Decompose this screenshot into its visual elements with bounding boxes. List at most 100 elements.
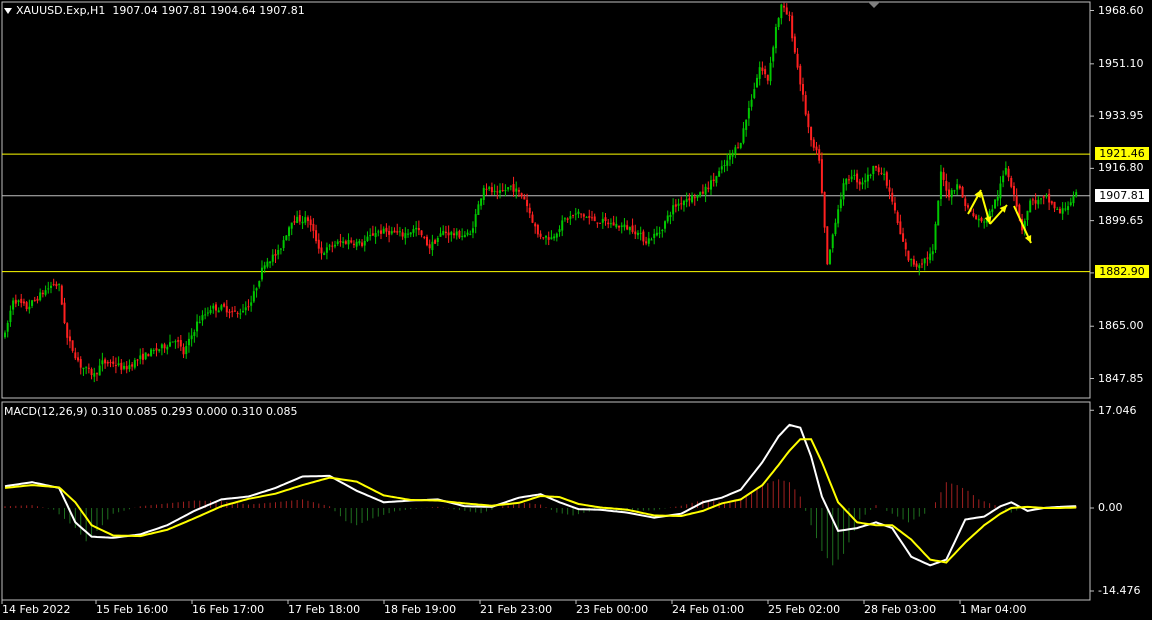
candle-body[interactable] <box>123 365 126 369</box>
candle-body[interactable] <box>872 165 875 175</box>
candle-body[interactable] <box>106 361 109 364</box>
candle-body[interactable] <box>128 365 131 370</box>
candle-body[interactable] <box>407 233 410 235</box>
candle-body[interactable] <box>772 47 775 62</box>
candle-body[interactable] <box>929 253 932 261</box>
candle-body[interactable] <box>980 217 983 222</box>
candle-body[interactable] <box>883 173 886 176</box>
candle-body[interactable] <box>885 172 888 186</box>
candle-body[interactable] <box>1048 193 1051 203</box>
candle-body[interactable] <box>1040 198 1043 200</box>
candle-body[interactable] <box>444 231 447 234</box>
candle-body[interactable] <box>999 183 1002 199</box>
candle-body[interactable] <box>534 223 537 227</box>
candle-body[interactable] <box>447 232 450 236</box>
candle-body[interactable] <box>691 195 694 203</box>
candle-body[interactable] <box>466 232 469 235</box>
candle-body[interactable] <box>90 369 93 376</box>
candle-body[interactable] <box>642 231 645 242</box>
candle-body[interactable] <box>304 217 307 223</box>
candle-body[interactable] <box>290 222 293 229</box>
candle-body[interactable] <box>350 240 353 243</box>
candle-body[interactable] <box>685 199 688 202</box>
candle-body[interactable] <box>1069 202 1072 206</box>
candle-body[interactable] <box>975 215 978 220</box>
candle-body[interactable] <box>893 202 896 211</box>
candle-body[interactable] <box>190 335 193 340</box>
candle-body[interactable] <box>9 310 12 323</box>
candle-body[interactable] <box>815 146 818 151</box>
candle-body[interactable] <box>352 243 355 246</box>
candle-body[interactable] <box>293 221 296 223</box>
candle-body[interactable] <box>20 298 23 304</box>
candle-body[interactable] <box>807 113 810 128</box>
candle-body[interactable] <box>152 350 155 352</box>
candle-body[interactable] <box>325 247 328 253</box>
candle-body[interactable] <box>745 119 748 130</box>
candle-body[interactable] <box>41 292 44 295</box>
candle-body[interactable] <box>688 198 691 201</box>
candle-body[interactable] <box>623 224 626 228</box>
candle-body[interactable] <box>382 228 385 234</box>
candle-body[interactable] <box>953 190 956 192</box>
candle-body[interactable] <box>528 207 531 214</box>
candle-body[interactable] <box>588 215 591 218</box>
candle-body[interactable] <box>880 172 883 174</box>
candle-body[interactable] <box>396 231 399 233</box>
candle-body[interactable] <box>474 214 477 227</box>
candle-body[interactable] <box>983 221 986 223</box>
candle-body[interactable] <box>609 223 612 225</box>
candle-body[interactable] <box>655 232 658 236</box>
candle-body[interactable] <box>225 306 228 313</box>
candle-body[interactable] <box>220 305 223 310</box>
candle-body[interactable] <box>926 257 929 259</box>
candle-body[interactable] <box>150 349 153 356</box>
candle-body[interactable] <box>812 139 815 148</box>
candle-body[interactable] <box>312 223 315 231</box>
candle-body[interactable] <box>945 181 948 191</box>
candle-body[interactable] <box>177 340 180 342</box>
candle-body[interactable] <box>277 249 280 255</box>
candle-body[interactable] <box>739 143 742 148</box>
candle-body[interactable] <box>523 196 526 200</box>
candle-body[interactable] <box>620 225 623 227</box>
candle-body[interactable] <box>263 265 266 269</box>
candle-body[interactable] <box>4 332 6 338</box>
candle-body[interactable] <box>6 322 9 332</box>
candle-body[interactable] <box>1072 195 1075 204</box>
candle-body[interactable] <box>1058 208 1061 214</box>
candle-body[interactable] <box>458 230 461 238</box>
candle-body[interactable] <box>774 27 777 49</box>
candle-body[interactable] <box>542 237 545 239</box>
candle-body[interactable] <box>785 7 788 15</box>
candle-body[interactable] <box>344 241 347 244</box>
candle-body[interactable] <box>850 176 853 180</box>
candle-body[interactable] <box>704 186 707 195</box>
candle-body[interactable] <box>520 193 523 197</box>
candle-body[interactable] <box>653 233 656 238</box>
candle-body[interactable] <box>569 216 572 219</box>
candle-body[interactable] <box>109 362 112 364</box>
candle-body[interactable] <box>393 230 396 233</box>
candle-body[interactable] <box>52 284 55 286</box>
candle-body[interactable] <box>490 187 493 193</box>
candle-body[interactable] <box>217 310 220 313</box>
candle-body[interactable] <box>388 230 391 235</box>
candle-body[interactable] <box>144 352 147 360</box>
candle-body[interactable] <box>461 235 464 237</box>
candle-body[interactable] <box>282 240 285 249</box>
candle-body[interactable] <box>131 364 134 367</box>
candle-body[interactable] <box>239 313 242 315</box>
candle-body[interactable] <box>328 245 331 247</box>
candle-body[interactable] <box>628 227 631 231</box>
candle-body[interactable] <box>439 233 442 237</box>
candle-body[interactable] <box>1064 208 1067 210</box>
candle-body[interactable] <box>566 218 569 220</box>
candle-body[interactable] <box>266 261 269 267</box>
candle-body[interactable] <box>764 69 767 75</box>
candle-body[interactable] <box>1004 167 1007 175</box>
candle-body[interactable] <box>68 336 71 342</box>
candle-body[interactable] <box>650 239 653 241</box>
candle-body[interactable] <box>504 190 507 192</box>
candle-body[interactable] <box>493 190 496 192</box>
